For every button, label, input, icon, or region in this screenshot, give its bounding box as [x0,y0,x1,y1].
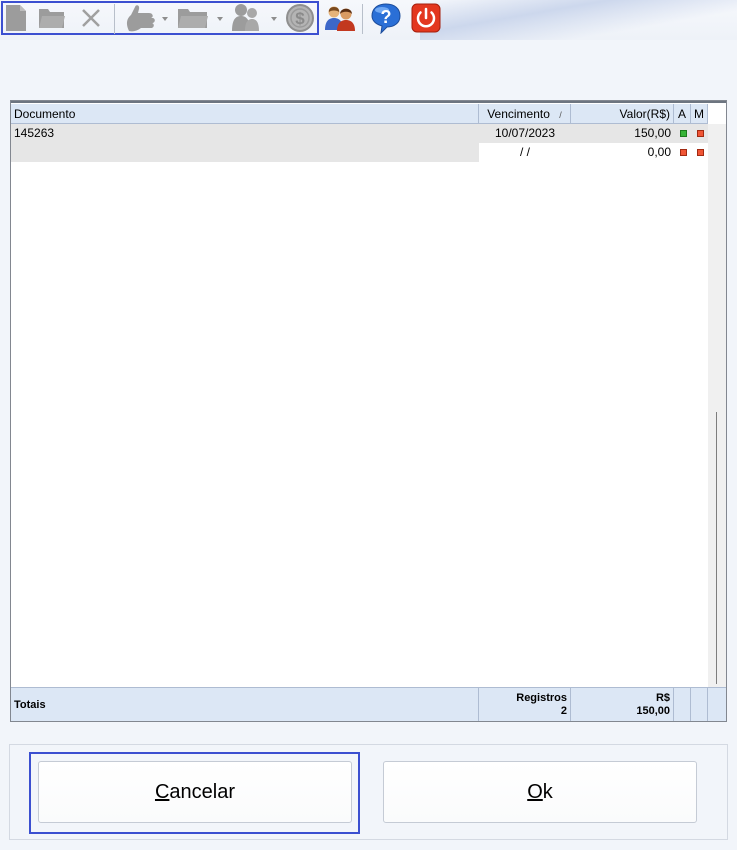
registros-value: 2 [560,705,567,717]
cancel-label: ancelar [169,781,236,803]
documents-grid: Documento Vencimento / Valor(R$) A M 145… [10,100,727,722]
vertical-scrollbar[interactable] [708,124,726,687]
status-a-indicator [680,130,687,137]
power-icon[interactable] [409,3,443,33]
column-header-label: A [677,107,686,121]
totals-empty-cell [674,687,691,721]
vencimento-cell: 10/07/2023 [494,126,556,140]
open-folder-icon[interactable] [37,3,67,33]
users-icon[interactable] [322,3,358,33]
documento-cell: 145263 [14,126,55,140]
delete-icon[interactable] [78,3,104,33]
chevron-down-icon[interactable] [271,17,277,21]
column-header-label: Documento [14,107,76,121]
status-m-indicator [697,130,704,137]
ok-label: k [542,781,553,803]
column-header-documento[interactable]: Documento [11,104,479,124]
vencimento-cell: / / [519,145,530,159]
valor-cell: 150,00 [634,126,671,140]
documento-cell [11,143,479,162]
toolbar-background-decoration [420,0,737,40]
grid-top-border [11,101,726,103]
column-header-m[interactable]: M [691,104,708,124]
registros-label: Registros [516,692,567,704]
scrollbar-thumb[interactable] [716,412,717,684]
money-icon[interactable]: $ [284,3,316,33]
svg-text:?: ? [381,7,392,27]
column-header-valor[interactable]: Valor(R$) [571,104,674,124]
toolbar-separator [114,4,115,34]
new-document-icon[interactable] [3,3,29,33]
status-m-indicator [697,149,704,156]
totals-empty-cell [691,687,708,721]
column-header-label: Valor(R$) [619,107,670,121]
cancel-accelerator: C [154,781,170,803]
column-header-vencimento[interactable]: Vencimento / [479,104,571,124]
registros-total-cell: Registros 2 [479,687,571,721]
chevron-down-icon[interactable] [162,17,168,21]
svg-text:$: $ [295,9,305,28]
column-header-a[interactable]: A [674,104,691,124]
column-header-label: Vencimento [487,107,550,121]
valor-total-value: 150,00 [636,705,670,717]
cancel-button[interactable]: Cancelar [38,761,352,823]
toolbar: $ ? [0,0,737,40]
ok-button[interactable]: Ok [383,761,697,823]
chevron-down-icon[interactable] [217,17,223,21]
totals-label-cell: Totais [11,687,479,721]
sort-indicator-icon: / [559,110,562,120]
status-a-indicator [680,149,687,156]
ok-accelerator: O [527,781,543,803]
folder-dropdown-icon[interactable] [176,3,210,33]
totals-label: Totais [14,699,46,711]
valor-cell: 0,00 [647,145,671,159]
totals-empty-cell [708,687,726,721]
toolbar-separator [362,4,363,34]
valor-total-cell: R$ 150,00 [571,687,674,721]
help-icon[interactable]: ? [369,3,403,34]
hand-icon[interactable] [122,3,158,33]
column-header-label: M [694,107,704,121]
people-search-icon[interactable] [230,3,266,33]
valor-total-label: R$ [655,692,670,704]
